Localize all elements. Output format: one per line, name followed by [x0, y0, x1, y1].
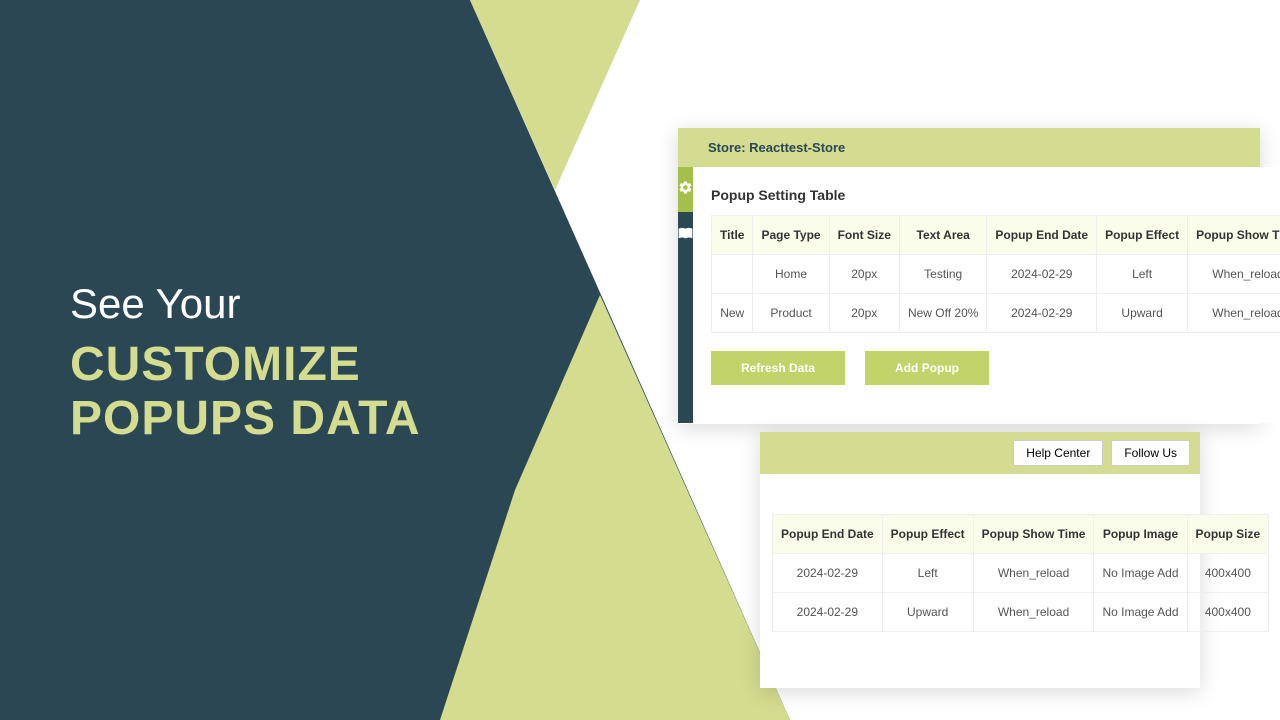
- sidebar: [678, 167, 693, 423]
- cell-effect: Upward: [882, 593, 973, 632]
- sidebar-item-settings[interactable]: [678, 167, 693, 212]
- col-popup-size: Popup Size: [1187, 515, 1269, 554]
- col-title: Title: [712, 216, 753, 255]
- cell-page-type: Home: [753, 255, 829, 294]
- panel2-header: Help Center Follow Us: [760, 432, 1200, 474]
- table-header-row: Popup End Date Popup Effect Popup Show T…: [773, 515, 1269, 554]
- cell-title: New: [712, 294, 753, 333]
- table-row[interactable]: New Product 20px New Off 20% 2024-02-29 …: [712, 294, 1280, 333]
- popup-table: Title Page Type Font Size Text Area Popu…: [711, 215, 1280, 333]
- cell-effect: Left: [882, 554, 973, 593]
- cell-page-type: Product: [753, 294, 829, 333]
- cell-font-size: 20px: [829, 255, 899, 294]
- cell-size: 400x400: [1187, 593, 1269, 632]
- section-title: Popup Setting Table: [711, 187, 1280, 203]
- table-row[interactable]: 2024-02-29 Left When_reload No Image Add…: [773, 554, 1269, 593]
- cell-end-date: 2024-02-29: [987, 294, 1097, 333]
- sidebar-item-docs[interactable]: [678, 212, 693, 257]
- add-popup-button[interactable]: Add Popup: [865, 351, 989, 385]
- cell-show-time: When_reload: [1188, 294, 1280, 333]
- hero-line-2: CUSTOMIZE: [70, 338, 421, 392]
- cell-end-date: 2024-02-29: [773, 554, 883, 593]
- help-center-button[interactable]: Help Center: [1013, 440, 1103, 466]
- cell-end-date: 2024-02-29: [773, 593, 883, 632]
- col-page-type: Page Type: [753, 216, 829, 255]
- cell-effect: Upward: [1097, 294, 1188, 333]
- gear-icon: [678, 180, 693, 200]
- panel1-content: Popup Setting Table Title Page Type Font…: [693, 167, 1280, 423]
- cell-effect: Left: [1097, 255, 1188, 294]
- col-popup-effect: Popup Effect: [1097, 216, 1188, 255]
- cell-text-area: New Off 20%: [899, 294, 986, 333]
- cell-image: No Image Add: [1094, 593, 1187, 632]
- cell-size: 400x400: [1187, 554, 1269, 593]
- cell-end-date: 2024-02-29: [987, 255, 1097, 294]
- cell-show-time: When_reload: [973, 554, 1094, 593]
- store-label: Store: Reacttest-Store: [678, 128, 1260, 167]
- hero-line-1: See Your: [70, 280, 421, 328]
- cell-show-time: When_reload: [973, 593, 1094, 632]
- table-header-row: Title Page Type Font Size Text Area Popu…: [712, 216, 1280, 255]
- book-icon: [678, 225, 693, 245]
- col-popup-end-date: Popup End Date: [987, 216, 1097, 255]
- col-popup-effect: Popup Effect: [882, 515, 973, 554]
- col-font-size: Font Size: [829, 216, 899, 255]
- col-text-area: Text Area: [899, 216, 986, 255]
- refresh-data-button[interactable]: Refresh Data: [711, 351, 845, 385]
- col-popup-end-date: Popup End Date: [773, 515, 883, 554]
- col-popup-show-time: Popup Show Time: [1188, 216, 1280, 255]
- cell-image: No Image Add: [1094, 554, 1187, 593]
- table-row[interactable]: Home 20px Testing 2024-02-29 Left When_r…: [712, 255, 1280, 294]
- popup-detail-panel: Help Center Follow Us Popup End Date Pop…: [760, 432, 1200, 688]
- button-row: Refresh Data Add Popup: [711, 351, 1280, 385]
- table-row[interactable]: 2024-02-29 Upward When_reload No Image A…: [773, 593, 1269, 632]
- cell-title: [712, 255, 753, 294]
- cell-show-time: When_reload: [1188, 255, 1280, 294]
- panel2-body: Popup End Date Popup Effect Popup Show T…: [760, 474, 1200, 644]
- hero-text: See Your CUSTOMIZE POPUPS DATA: [70, 280, 421, 446]
- hero-line-3: POPUPS DATA: [70, 392, 421, 446]
- popup-detail-table: Popup End Date Popup Effect Popup Show T…: [772, 514, 1269, 632]
- col-popup-show-time: Popup Show Time: [973, 515, 1094, 554]
- col-popup-image: Popup Image: [1094, 515, 1187, 554]
- follow-us-button[interactable]: Follow Us: [1111, 440, 1190, 466]
- cell-text-area: Testing: [899, 255, 986, 294]
- cell-font-size: 20px: [829, 294, 899, 333]
- popup-settings-panel: Store: Reacttest-Store Popup Setting Tab…: [678, 128, 1260, 424]
